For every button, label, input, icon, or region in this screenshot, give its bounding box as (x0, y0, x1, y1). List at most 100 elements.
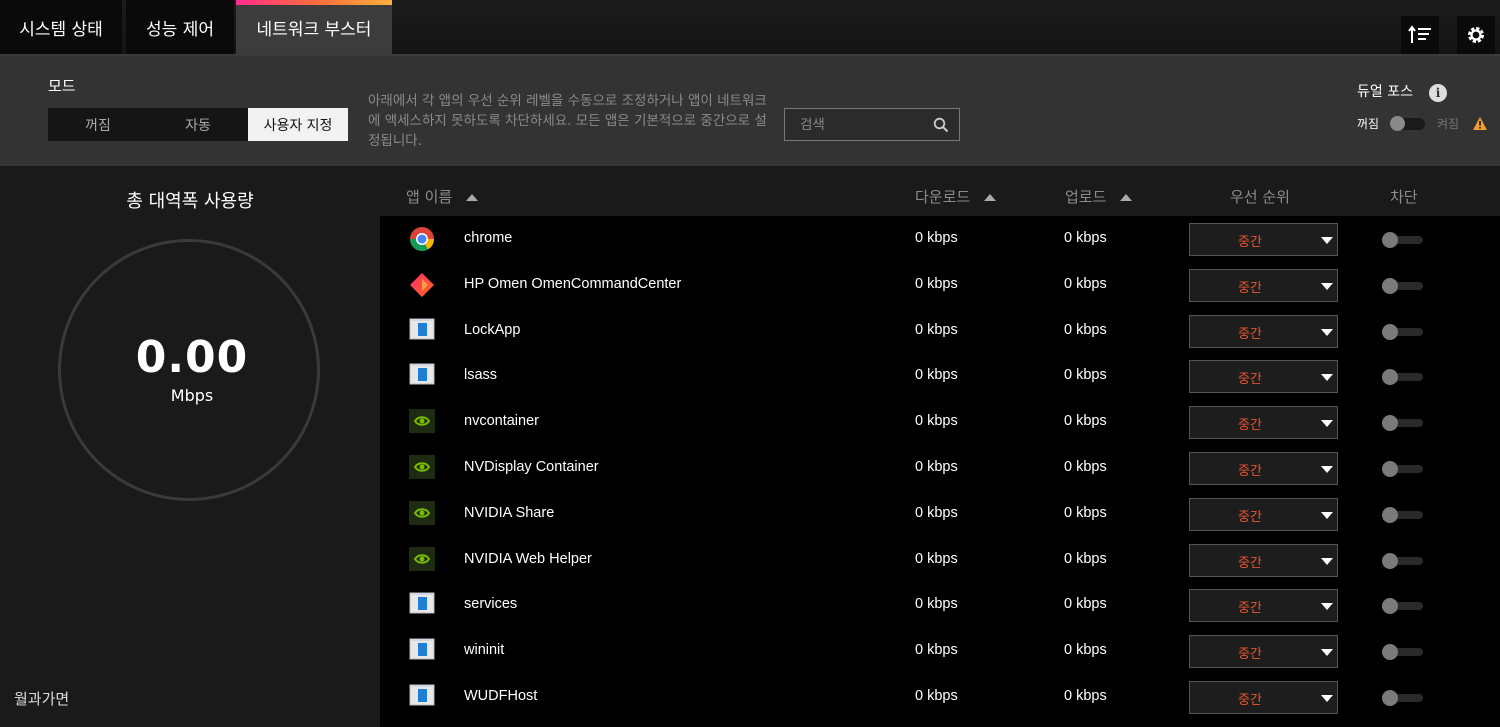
priority-dropdown[interactable]: 중간 (1189, 497, 1338, 531)
bandwidth-panel: 총 대역폭 사용량 0.00 Mbps 월과가면 (0, 166, 380, 727)
download-rate: 0 kbps (915, 596, 958, 613)
block-toggle[interactable] (1382, 598, 1423, 615)
block-toggle[interactable] (1382, 552, 1423, 569)
mode-option-custom[interactable]: 사용자 지정 (248, 108, 348, 141)
app-name: LockApp (464, 321, 521, 338)
block-toggle[interactable] (1382, 323, 1423, 340)
bandwidth-value: 0.00 (135, 332, 249, 383)
toggle-knob (1382, 598, 1398, 615)
block-toggle[interactable] (1382, 689, 1423, 706)
chevron-down-icon (1321, 603, 1333, 611)
upload-rate: 0 kbps (1064, 550, 1107, 567)
chevron-down-icon (1321, 511, 1333, 519)
bandwidth-title: 총 대역폭 사용량 (126, 191, 254, 212)
chevron-down-icon (1321, 374, 1333, 382)
settings-button[interactable] (1457, 16, 1495, 54)
mode-label: 모드 (48, 77, 76, 95)
download-rate: 0 kbps (915, 367, 958, 384)
priority-value: 중간 (1238, 555, 1262, 571)
toggle-knob (1382, 552, 1398, 569)
column-download[interactable]: 다운로드 (915, 186, 997, 207)
block-toggle[interactable] (1382, 415, 1423, 432)
block-toggle[interactable] (1382, 644, 1423, 661)
download-rate: 0 kbps (915, 413, 958, 430)
toggle-knob (1382, 689, 1398, 706)
omen-icon (409, 272, 435, 298)
sort-asc-icon (1120, 194, 1133, 201)
dual-force-off-label: 꺼짐 (1357, 117, 1380, 131)
info-icon[interactable]: i (1429, 84, 1447, 102)
toggle-knob (1382, 232, 1398, 248)
block-toggle[interactable] (1382, 506, 1423, 523)
chevron-down-icon (1321, 649, 1333, 657)
upload-rate: 0 kbps (1064, 687, 1107, 704)
priority-value: 중간 (1238, 509, 1262, 525)
nvidia-icon (409, 500, 435, 527)
mode-panel: 모드 꺼짐 자동 사용자 지정 아래에서 각 앱의 우선 순위 레벨을 수동으로… (0, 56, 1500, 166)
app-name: lsass (464, 367, 498, 384)
nvidia-icon (409, 454, 435, 481)
priority-dropdown[interactable]: 중간 (1189, 268, 1338, 302)
bandwidth-unit: Mbps (170, 386, 214, 405)
dual-force-toggle[interactable] (1390, 116, 1425, 131)
column-upload[interactable]: 업로드 (1065, 186, 1133, 207)
mode-segmented-control: 꺼짐 자동 사용자 지정 (48, 108, 348, 141)
search-input[interactable] (800, 116, 930, 133)
toggle-knob (1382, 460, 1398, 477)
priority-dropdown[interactable]: 중간 (1189, 360, 1338, 394)
priority-dropdown[interactable]: 중간 (1189, 543, 1338, 577)
nvidia-icon (409, 409, 435, 435)
toggle-knob (1382, 277, 1398, 294)
chevron-down-icon (1321, 694, 1333, 702)
warning-icon (1473, 117, 1487, 130)
column-upload-label: 업로드 (1065, 188, 1107, 206)
top-tab-bar: 시스템 상태 성능 제어 네트워크 부스터 (0, 0, 1500, 56)
priority-value: 중간 (1238, 647, 1262, 663)
sort-asc-icon (984, 194, 997, 201)
nvidia-icon (409, 546, 435, 573)
priority-value: 중간 (1238, 326, 1262, 342)
priority-value: 중간 (1238, 418, 1262, 434)
priority-dropdown[interactable]: 중간 (1189, 680, 1338, 714)
tab-performance-control[interactable]: 성능 제어 (126, 0, 234, 54)
app-name: chrome (464, 230, 513, 246)
column-app-name[interactable]: 앱 이름 (406, 186, 479, 207)
tab-system-status[interactable]: 시스템 상태 (0, 0, 122, 54)
search-icon[interactable] (933, 117, 949, 133)
upload-rate: 0 kbps (1064, 230, 1107, 246)
download-rate: 0 kbps (915, 321, 958, 338)
upload-rate: 0 kbps (1064, 596, 1107, 613)
table-header: 앱 이름 다운로드 업로드 우선 순위 차단 (380, 166, 1500, 216)
priority-dropdown[interactable]: 중간 (1189, 223, 1338, 256)
toggle-knob (1382, 644, 1398, 661)
table-row: NVDisplay Container 0 kbps 0 kbps 중간 (380, 445, 1500, 491)
upload-rate: 0 kbps (1064, 504, 1107, 521)
column-priority: 우선 순위 (1230, 188, 1290, 206)
sort-icon (1408, 25, 1431, 43)
priority-dropdown[interactable]: 중간 (1189, 314, 1338, 348)
priority-dropdown[interactable]: 중간 (1189, 635, 1338, 669)
tab-network-booster[interactable]: 네트워크 부스터 (236, 0, 392, 54)
download-rate: 0 kbps (915, 458, 958, 475)
sort-button[interactable] (1401, 16, 1439, 54)
chevron-down-icon (1321, 420, 1333, 428)
mode-option-auto[interactable]: 자동 (148, 108, 248, 141)
app-name: HP Omen OmenCommandCenter (464, 275, 682, 292)
block-toggle[interactable] (1382, 369, 1423, 386)
chevron-down-icon (1321, 465, 1333, 473)
block-toggle[interactable] (1382, 277, 1423, 294)
download-rate: 0 kbps (915, 642, 958, 659)
priority-value: 중간 (1238, 601, 1262, 617)
table-row: HP Omen OmenCommandCenter 0 kbps 0 kbps 중간 (380, 262, 1500, 308)
block-toggle[interactable] (1382, 232, 1423, 248)
upload-rate: 0 kbps (1064, 367, 1107, 384)
priority-dropdown[interactable]: 중간 (1189, 406, 1338, 440)
priority-dropdown[interactable]: 중간 (1189, 589, 1338, 623)
block-toggle[interactable] (1382, 460, 1423, 477)
priority-dropdown[interactable]: 중간 (1189, 451, 1338, 485)
mode-option-off[interactable]: 꺼짐 (48, 108, 148, 141)
download-rate: 0 kbps (915, 275, 958, 292)
dual-force-label: 듀얼 포스 (1357, 84, 1413, 100)
dual-force-on-label: 켜짐 (1437, 117, 1460, 131)
mode-description: 아래에서 각 앱의 우선 순위 레벨을 수동으로 조정하거나 앱이 네트워크에 … (368, 93, 767, 149)
